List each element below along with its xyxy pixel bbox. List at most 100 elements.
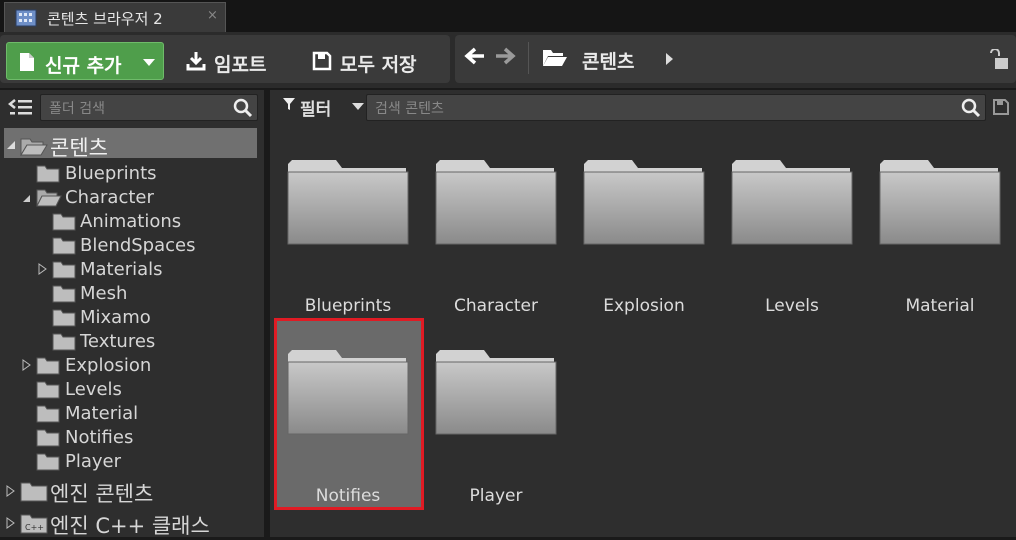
tree-item-mixamo[interactable]: Mixamo xyxy=(52,306,256,330)
tree-item-blendspaces[interactable]: BlendSpaces xyxy=(52,234,256,258)
folder-search-row xyxy=(0,90,264,126)
forward-arrow-icon[interactable] xyxy=(494,46,516,66)
folder-open-icon xyxy=(543,50,567,66)
folder-icon xyxy=(731,160,853,245)
content-search-input[interactable] xyxy=(373,98,957,119)
folder-icon xyxy=(52,333,76,351)
tree-item-label: Mixamo xyxy=(80,307,151,328)
tree-item-label: BlendSpaces xyxy=(80,235,196,256)
folder-tile-material[interactable]: Material xyxy=(866,130,1014,320)
folder-open-icon xyxy=(36,189,62,207)
add-new-button[interactable]: 신규 추가 xyxy=(6,42,164,80)
tree-item-label: 콘텐츠 xyxy=(50,136,108,160)
import-icon xyxy=(186,52,206,71)
tree-item-engine-cpp-classes[interactable]: C++ 엔진 C++ 클래스 xyxy=(4,510,256,538)
tree-item-label: Explosion xyxy=(65,355,152,376)
folder-name: Player xyxy=(469,486,523,506)
folder-icon xyxy=(36,165,60,183)
folder-search-input[interactable] xyxy=(47,98,231,119)
unlock-icon[interactable] xyxy=(988,49,1010,71)
folder-search-box[interactable] xyxy=(40,94,258,121)
folder-tile-levels[interactable]: Levels xyxy=(718,130,866,320)
folder-icon xyxy=(52,309,76,327)
folder-name: Character xyxy=(454,296,538,316)
save-all-label: 모두 저장 xyxy=(340,54,417,76)
save-all-button[interactable]: 모두 저장 xyxy=(312,42,438,80)
selection-highlight-box xyxy=(274,318,424,510)
search-icon[interactable] xyxy=(961,98,981,118)
folder-open-icon xyxy=(20,138,48,156)
folder-icon xyxy=(52,285,76,303)
tree-item-mesh[interactable]: Mesh xyxy=(52,282,256,306)
tree-item-material[interactable]: Material xyxy=(36,402,256,426)
folder-tile-explosion[interactable]: Explosion xyxy=(570,130,718,320)
folder-icon xyxy=(36,381,60,399)
import-label: 임포트 xyxy=(214,54,267,76)
folder-tree-panel: 콘텐츠 Blueprints Character Animations Blen… xyxy=(0,90,264,538)
tree-item-explosion[interactable]: Explosion xyxy=(20,354,256,378)
folder-tile-character[interactable]: Character xyxy=(422,130,570,320)
tab-bar: 콘텐츠 브라우저 2 × xyxy=(0,0,1016,32)
folder-icon xyxy=(36,453,60,471)
folder-name: Explosion xyxy=(603,296,685,316)
tree-item-label: Notifies xyxy=(65,427,134,448)
tree-item-animations[interactable]: Animations xyxy=(52,210,256,234)
collapsed-arrow-icon[interactable] xyxy=(22,359,31,371)
folder-tile-player[interactable]: Player xyxy=(422,320,570,510)
tree-item-engine-content[interactable]: 엔진 콘텐츠 xyxy=(4,478,256,506)
tree-item-textures[interactable]: Textures xyxy=(52,330,256,354)
save-icon xyxy=(312,51,332,71)
tree-item-label: 엔진 C++ 클래스 xyxy=(50,514,210,538)
breadcrumb-content[interactable]: 콘텐츠 xyxy=(582,47,634,74)
content-search-box[interactable] xyxy=(366,94,986,121)
svg-text:C++: C++ xyxy=(25,523,44,532)
expanded-arrow-icon[interactable] xyxy=(22,194,31,203)
tree-item-content[interactable]: 콘텐츠 xyxy=(4,132,254,160)
toolbar-nav-group xyxy=(455,35,1016,83)
toolbar: 신규 추가 임포트 모두 저장 콘텐츠 xyxy=(0,32,1016,88)
expanded-arrow-icon[interactable] xyxy=(6,140,16,150)
chevron-down-icon xyxy=(352,103,364,110)
tree-item-label: Levels xyxy=(65,379,122,400)
folder-icon xyxy=(36,405,60,423)
folder-icon xyxy=(435,160,557,245)
tree-item-levels[interactable]: Levels xyxy=(36,378,256,402)
tree-item-notifies[interactable]: Notifies xyxy=(36,426,256,450)
folder-icon xyxy=(52,261,76,279)
search-icon[interactable] xyxy=(233,98,253,118)
folder-icon xyxy=(20,482,48,502)
tab-content-browser-2[interactable]: 콘텐츠 브라우저 2 × xyxy=(4,2,226,32)
sources-toggle-icon[interactable] xyxy=(8,97,34,119)
close-icon[interactable]: × xyxy=(207,8,218,23)
folder-name: Blueprints xyxy=(304,296,392,316)
tree-item-character[interactable]: Character xyxy=(20,186,256,210)
folder-tile-blueprints[interactable]: Blueprints xyxy=(274,130,422,320)
folder-name: Levels xyxy=(765,296,819,316)
folder-name: Material xyxy=(905,296,975,316)
folder-icon xyxy=(435,350,557,435)
toolbar-left-group: 신규 추가 임포트 모두 저장 xyxy=(0,35,450,83)
tree-item-blueprints[interactable]: Blueprints xyxy=(36,162,256,186)
import-button[interactable]: 임포트 xyxy=(186,42,286,80)
add-new-label: 신규 추가 xyxy=(45,55,122,77)
back-arrow-icon[interactable] xyxy=(464,46,486,66)
filter-row: 필터 xyxy=(270,90,1016,122)
folder-icon xyxy=(52,237,76,255)
folder-icon xyxy=(287,160,409,245)
save-search-icon[interactable] xyxy=(992,98,1010,116)
folder-icon xyxy=(879,160,1001,245)
collapsed-arrow-icon[interactable] xyxy=(38,263,47,275)
collapsed-arrow-icon[interactable] xyxy=(6,485,15,497)
chevron-down-icon xyxy=(143,59,155,66)
folder-icon xyxy=(52,213,76,231)
divider xyxy=(528,42,529,74)
tree-item-label: Textures xyxy=(80,331,156,352)
tree-item-materials[interactable]: Materials xyxy=(36,258,256,282)
tree-item-label: Materials xyxy=(80,259,163,280)
collapsed-arrow-icon[interactable] xyxy=(6,517,15,529)
tree-item-label: Player xyxy=(65,451,122,472)
funnel-icon xyxy=(283,98,295,110)
breadcrumb-arrow-icon[interactable] xyxy=(666,53,673,65)
tree-item-player[interactable]: Player xyxy=(36,450,256,474)
new-file-icon xyxy=(20,53,34,71)
